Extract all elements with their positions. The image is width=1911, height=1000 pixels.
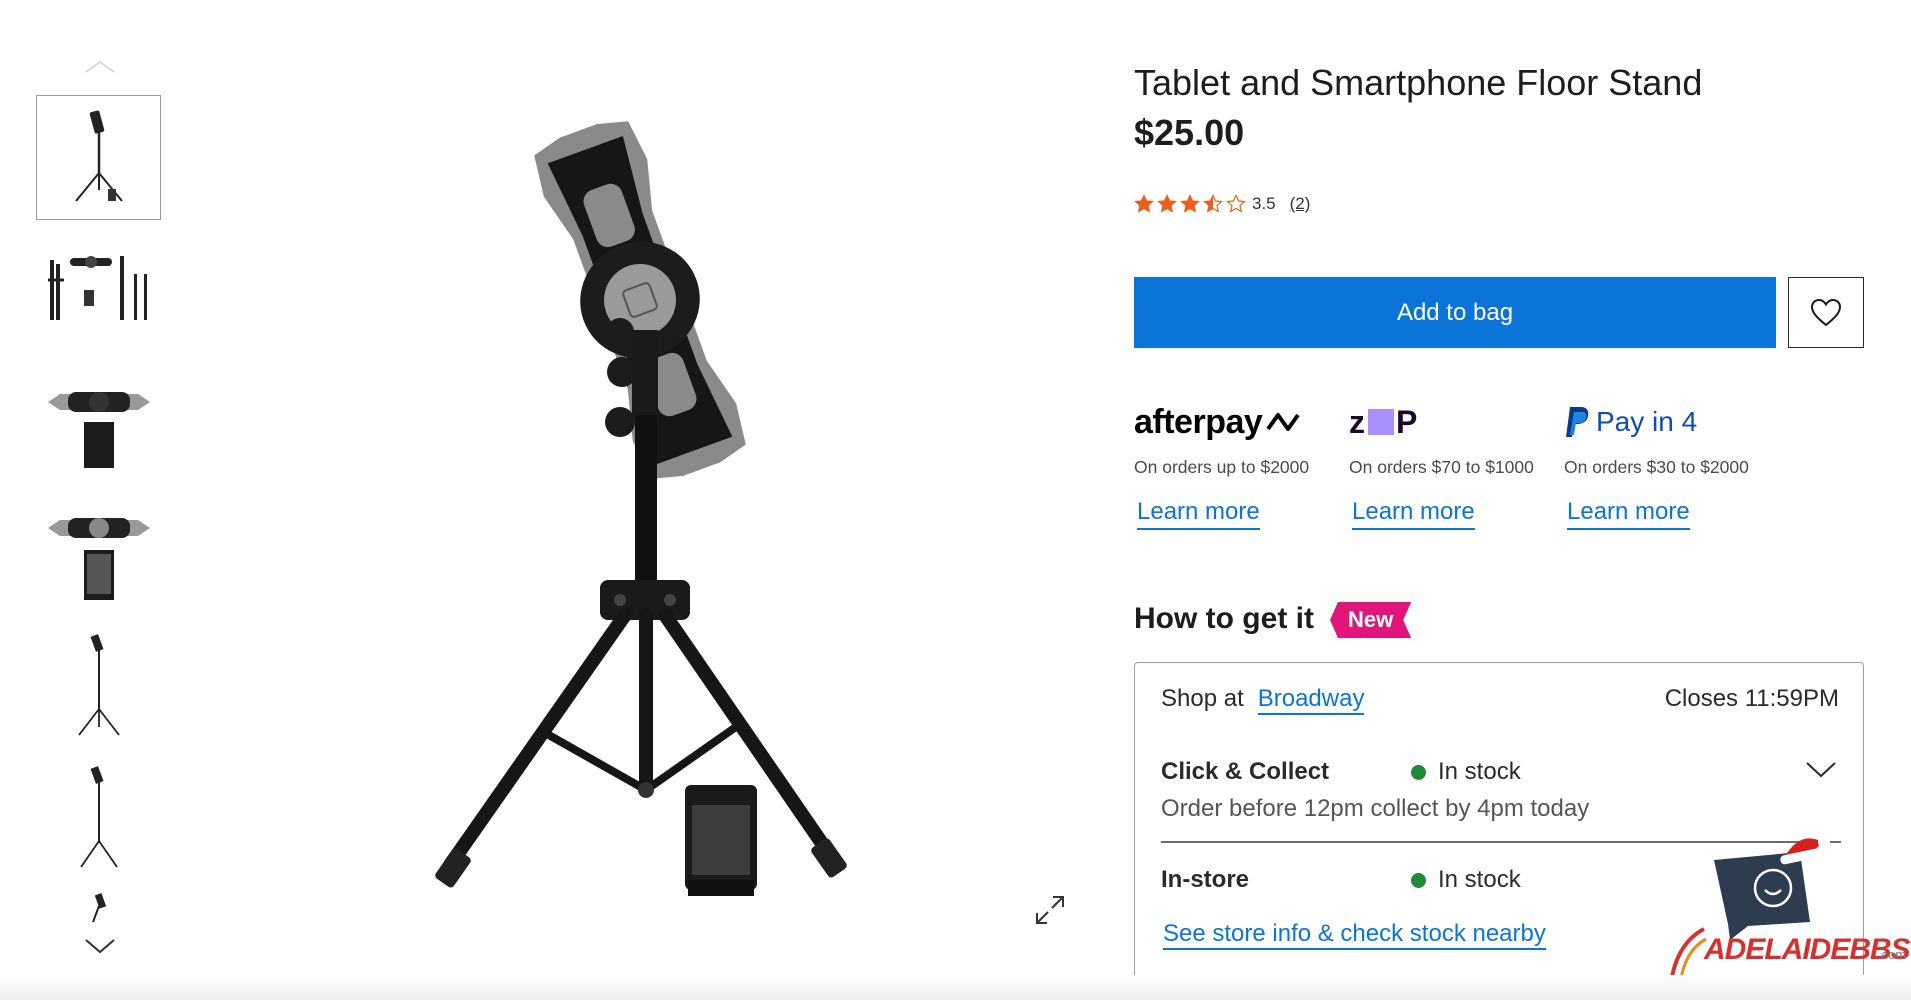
payment-paypal: Pay in 4 On orders $30 to $2000 Learn mo… (1564, 400, 1764, 530)
in-store-stock-status: In stock (1411, 866, 1521, 894)
product-page: Tablet and Smartphone Floor Stand $25.00… (0, 0, 1911, 1000)
bottom-shadow (0, 975, 1911, 1000)
store-closing-time: Closes 11:59PM (1664, 685, 1839, 712)
how-to-get-it-heading: How to get it (1134, 602, 1314, 635)
store-name-link[interactable]: Broadway (1257, 685, 1365, 715)
wishlist-button[interactable] (1788, 277, 1864, 348)
see-store-info-link[interactable]: See store info & check stock nearby (1163, 920, 1546, 950)
add-to-bag-button[interactable]: Add to bag (1134, 277, 1776, 348)
shop-at-label: Shop at (1161, 685, 1244, 712)
zip-description: On orders $70 to $1000 (1349, 457, 1534, 477)
star-icon (1134, 194, 1154, 213)
rating-count-link[interactable]: (2) (1290, 194, 1311, 214)
chevron-down-icon[interactable] (1805, 761, 1837, 784)
zip-logo: z zip P (1349, 403, 1419, 440)
in-stock-dot-icon (1411, 764, 1426, 780)
click-collect-note: Order before 12pm collect by 4pm today (1161, 795, 1590, 822)
expand-image-icon[interactable] (1030, 890, 1070, 930)
afterpay-logo: afterpay (1134, 400, 1334, 444)
watermark-domain: .com (1878, 947, 1907, 962)
thumbnail-1[interactable] (36, 95, 161, 220)
product-title: Tablet and Smartphone Floor Stand (1134, 62, 1703, 103)
thumbnail-6[interactable] (36, 755, 161, 880)
thumbnail-3[interactable] (36, 359, 161, 484)
thumbnail-list (36, 95, 163, 934)
heart-icon (1810, 298, 1842, 326)
paypal-description: On orders $30 to $2000 (1564, 457, 1749, 477)
payment-zip: z zip P On orders $70 to $1000 Learn mor… (1349, 400, 1549, 530)
star-icon (1226, 194, 1246, 213)
shop-at-row: Shop at Broadway (1161, 685, 1365, 715)
thumbnail-5[interactable] (36, 623, 161, 748)
thumbnail-7[interactable] (36, 887, 161, 927)
afterpay-learn-more-link[interactable]: Learn more (1137, 498, 1260, 530)
in-stock-dot-icon (1411, 872, 1426, 888)
click-collect-stock-status: In stock (1411, 758, 1521, 786)
star-icon (1180, 194, 1200, 213)
zip-learn-more-link[interactable]: Learn more (1352, 498, 1475, 530)
main-product-image[interactable] (420, 110, 870, 910)
star-icon (1203, 194, 1223, 213)
payment-afterpay: afterpay On orders up to $2000 Learn mor… (1134, 400, 1334, 530)
thumbnails-down-chevron-icon[interactable] (82, 935, 118, 957)
paypal-logo: Pay in 4 (1564, 400, 1764, 444)
in-store-label: In-store (1161, 866, 1250, 893)
product-price: $25.00 (1134, 112, 1245, 153)
rating-value: 3.5 (1252, 194, 1276, 213)
product-rating[interactable]: 3.5 (2) (1134, 190, 1310, 218)
thumbnail-4[interactable] (36, 491, 161, 616)
paypal-learn-more-link[interactable]: Learn more (1567, 498, 1690, 530)
click-collect-label: Click & Collect (1161, 758, 1330, 785)
new-badge: New (1330, 602, 1411, 638)
thumbnail-2[interactable] (36, 227, 161, 352)
afterpay-description: On orders up to $2000 (1134, 457, 1310, 477)
thumbnails-up-chevron-icon[interactable] (82, 58, 118, 76)
star-icon (1157, 194, 1177, 213)
rating-stars (1134, 194, 1246, 214)
paypal-icon (1566, 407, 1589, 437)
